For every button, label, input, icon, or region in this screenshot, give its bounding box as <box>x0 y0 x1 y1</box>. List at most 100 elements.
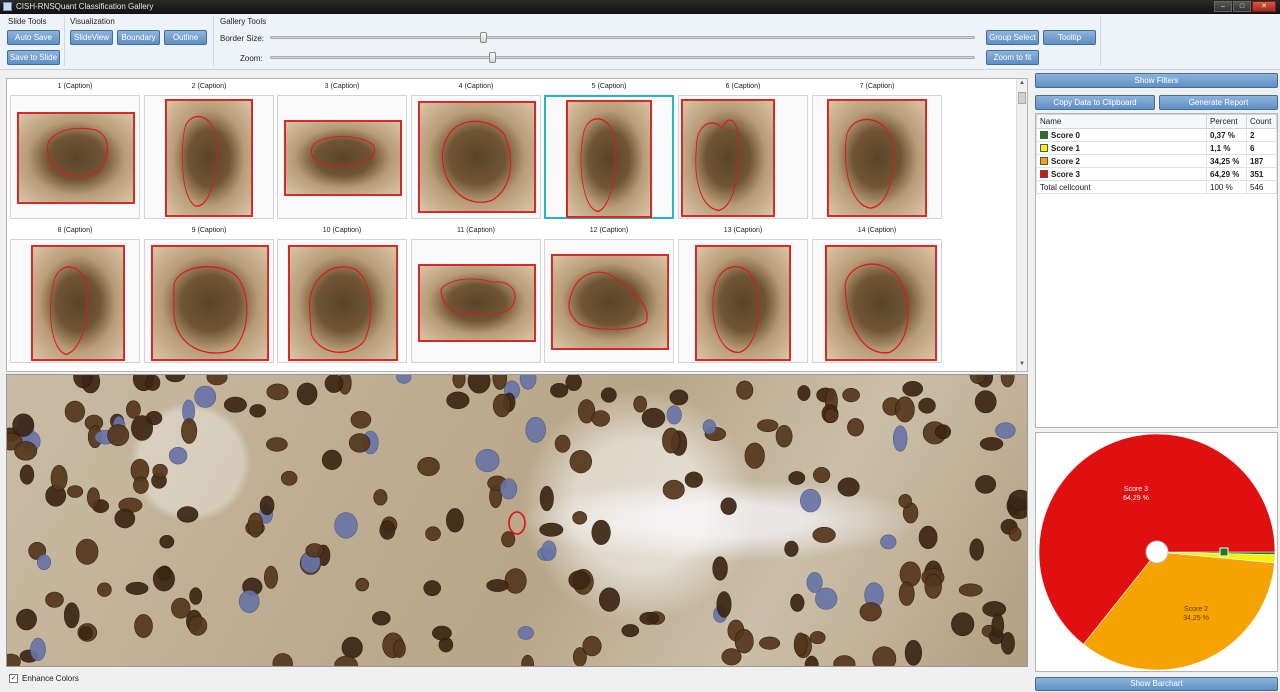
gallery-thumbnail[interactable] <box>277 239 407 363</box>
zoom-to-fit-button[interactable]: Zoom to fit <box>986 50 1039 65</box>
gallery-thumbnail[interactable] <box>411 95 541 219</box>
maximize-button[interactable]: □ <box>1233 1 1251 12</box>
thumb-caption: 1 (Caption) <box>57 83 93 90</box>
outline-button[interactable]: Outline <box>164 30 207 45</box>
scroll-down-icon[interactable]: ▼ <box>1017 361 1027 367</box>
thumb-caption: 11 (Caption) <box>456 227 495 234</box>
score-count: 351 <box>1246 167 1277 181</box>
window-title: CISH-RNSQuant Classification Gallery <box>16 2 154 11</box>
window-controls: – □ ✕ <box>1214 1 1276 12</box>
thumb-caption: 5 (Caption) <box>591 83 627 90</box>
border-size-slider[interactable] <box>270 36 975 39</box>
table-row[interactable]: Score 2 34,25 % 187 <box>1036 154 1277 168</box>
cell-image <box>681 99 775 217</box>
table-row[interactable]: Score 0 0,37 % 2 <box>1036 128 1277 142</box>
gallery-thumbnail[interactable] <box>678 239 808 363</box>
gallery-thumbnail[interactable] <box>544 239 674 363</box>
score-color-swatch <box>1040 143 1048 152</box>
enhance-colors-checkbox[interactable]: ✓ <box>9 674 18 683</box>
gallery-thumbnail[interactable] <box>144 95 274 219</box>
tooltip-button[interactable]: Tooltip <box>1043 30 1096 45</box>
thumb-caption: 2 (Caption) <box>191 83 227 90</box>
gallery-thumbnail[interactable] <box>411 239 541 363</box>
score-count: 2 <box>1246 128 1277 142</box>
gallery-thumbnail[interactable] <box>678 95 808 219</box>
score-name: Score 1 <box>1036 141 1207 155</box>
save-to-slide-button[interactable]: Save to Slide <box>7 50 60 65</box>
thumb-caption: 10 (Caption) <box>322 227 362 234</box>
total-percent: 100 % <box>1206 180 1247 194</box>
cell-image <box>31 245 125 361</box>
auto-save-button[interactable]: Auto Save <box>7 30 60 45</box>
pie-label-score3-name: Score 3 <box>1123 486 1149 493</box>
boundary-button[interactable]: Boundary <box>117 30 160 45</box>
gallery-scrollbar[interactable]: ▲ ▼ <box>1016 79 1027 371</box>
score-name-text: Score 2 <box>1051 156 1080 166</box>
total-row: Total cellcount 100 % 546 <box>1036 180 1277 194</box>
pie-center-hole <box>1145 540 1169 564</box>
visualization-label: Visualization <box>70 17 115 26</box>
table-row[interactable]: Score 3 64,29 % 351 <box>1036 167 1277 181</box>
total-name: Total cellcount <box>1036 180 1207 194</box>
cell-image <box>566 100 652 218</box>
score-percent: 0,37 % <box>1206 128 1247 142</box>
cell-image <box>695 245 791 361</box>
column-header-percent[interactable]: Percent <box>1206 114 1247 129</box>
score-table: Name Percent Count Score 0 0,37 % 2 Score 1… <box>1036 114 1277 194</box>
border-size-label: Border Size: <box>220 34 265 43</box>
gallery-thumbnail[interactable] <box>144 239 274 363</box>
show-barchart-button[interactable]: Show Barchart <box>1035 677 1278 691</box>
close-button[interactable]: ✕ <box>1252 1 1276 12</box>
group-select-button[interactable]: Group Select <box>986 30 1039 45</box>
score-color-swatch <box>1040 169 1048 178</box>
score-name: Score 2 <box>1036 154 1207 168</box>
pie-label-score3: Score 3 64,29 % <box>1086 485 1186 503</box>
app-icon <box>3 2 12 11</box>
divider <box>64 16 65 66</box>
copy-data-button[interactable]: Copy Data to Clipboard <box>1035 95 1155 110</box>
gallery-thumbnail[interactable] <box>10 95 140 219</box>
slide-tools-label: Slide Tools <box>8 17 47 26</box>
column-header-count[interactable]: Count <box>1246 114 1277 129</box>
cell-gallery[interactable]: ▲ ▼ 1 (Caption) 2 (Caption) 3 (Caption) 4 (… <box>6 78 1028 372</box>
gallery-thumbnail[interactable] <box>544 95 674 219</box>
score-color-swatch <box>1040 130 1048 139</box>
generate-report-button[interactable]: Generate Report <box>1159 95 1278 110</box>
divider <box>1100 16 1101 66</box>
thumb-caption: 13 (Caption) <box>723 227 763 234</box>
thumb-caption: 4 (Caption) <box>458 83 494 90</box>
table-row[interactable]: Score 1 1,1 % 6 <box>1036 141 1277 155</box>
gallery-thumbnail[interactable] <box>277 95 407 219</box>
zoom-slider[interactable] <box>270 56 975 59</box>
scroll-up-icon[interactable]: ▲ <box>1017 80 1027 86</box>
cell-image <box>418 264 536 342</box>
slideview-button[interactable]: SlideView <box>70 30 113 45</box>
total-count: 546 <box>1246 180 1277 194</box>
gallery-thumbnail[interactable] <box>812 95 942 219</box>
score-percent: 64,29 % <box>1206 167 1247 181</box>
score-name-text: Score 3 <box>1051 169 1080 179</box>
zoom-slider-thumb[interactable] <box>489 52 496 63</box>
cell-image <box>151 245 269 361</box>
cell-image <box>418 101 536 213</box>
border-size-slider-thumb[interactable] <box>480 32 487 43</box>
slide-view-image[interactable] <box>6 374 1028 667</box>
enhance-colors-option[interactable]: ✓ Enhance Colors <box>9 674 79 683</box>
pie-svg <box>1038 433 1276 671</box>
score-percent: 1,1 % <box>1206 141 1247 155</box>
score-color-swatch <box>1040 156 1048 165</box>
score-count: 6 <box>1246 141 1277 155</box>
column-header-name[interactable]: Name <box>1036 114 1207 129</box>
score-name-text: Score 0 <box>1051 130 1080 140</box>
score0-marker <box>1219 547 1229 557</box>
gallery-thumbnail[interactable] <box>812 239 942 363</box>
show-filters-button[interactable]: Show Filters <box>1035 73 1278 88</box>
cell-image <box>284 120 402 196</box>
cell-image <box>551 254 669 350</box>
gallery-thumbnail[interactable] <box>10 239 140 363</box>
minimize-button[interactable]: – <box>1214 1 1232 12</box>
score-name: Score 3 <box>1036 167 1207 181</box>
scrollbar-thumb[interactable] <box>1018 92 1026 104</box>
toolbar: Slide Tools Auto Save Save to Slide Visu… <box>0 14 1280 70</box>
score-percent: 34,25 % <box>1206 154 1247 168</box>
